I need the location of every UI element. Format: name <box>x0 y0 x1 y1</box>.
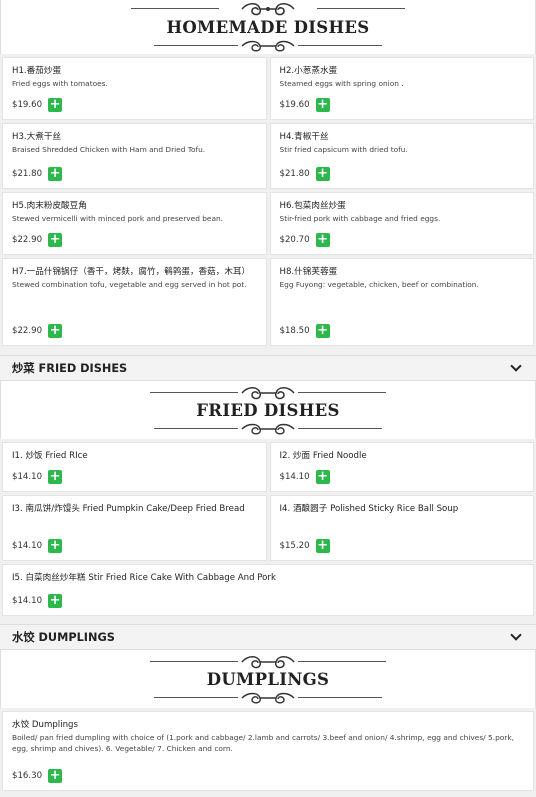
item-description: Stewed vermicelli with minced pork and p… <box>12 214 224 223</box>
menu-item-card[interactable]: H8.什锦芙蓉蛋 Egg Fuyong: vegetable, chicken,… <box>269 258 534 346</box>
item-name: H6.包菜肉丝炒蛋 <box>279 201 346 211</box>
item-price: $14.10 <box>12 472 43 482</box>
item-price: $22.90 <box>12 326 43 336</box>
add-to-cart-button[interactable]: + <box>48 98 63 112</box>
item-price: $15.20 <box>279 541 310 551</box>
add-to-cart-button[interactable]: + <box>315 470 330 484</box>
menu-item-card[interactable]: H4.青椒干丝 Stir fried capsicum with dried t… <box>269 123 534 189</box>
item-description: Steamed eggs with spring onion . <box>279 79 404 88</box>
item-description: Stir fried capsicum with dried tofu. <box>279 145 408 154</box>
item-name: 水饺 Dumplings <box>12 720 78 730</box>
item-name: H1.番茄炒蛋 <box>12 66 62 76</box>
item-name: I2. 炒面 Fried Noodle <box>279 451 367 461</box>
dumplings-banner-title: DUMPLINGS <box>206 669 330 689</box>
add-to-cart-button[interactable]: + <box>48 324 63 338</box>
item-price: $14.10 <box>12 541 43 551</box>
scroll-ornament-icon <box>241 386 295 399</box>
section-header-label: 水饺 DUMPLINGS <box>12 631 115 644</box>
homemade-items-grid: H1.番茄炒蛋 Fried eggs with tomatoes. $19.60… <box>0 54 536 346</box>
item-name: I5. 白菜肉丝炒年糕 Stir Fried Rice Cake With Ca… <box>12 573 276 583</box>
add-to-cart-button[interactable]: + <box>315 324 330 338</box>
item-name: H3.大煮干丝 <box>12 132 62 142</box>
menu-item-card[interactable]: I3. 南瓜饼/炸馒头 Fried Pumpkin Cake/Deep Frie… <box>2 495 267 561</box>
menu-item-card[interactable]: H7.一品什锦锅仔（香干，烤麸，腐竹，鹌鹑蛋，香菇，木耳） Stewed com… <box>2 258 267 346</box>
item-price: $20.70 <box>279 235 310 245</box>
item-name: H2.小葱蒸水蛋 <box>279 66 338 76</box>
item-description: Stewed combination tofu, vegetable and e… <box>12 280 247 289</box>
item-name: H8.什锦芙蓉蛋 <box>279 267 338 277</box>
chevron-down-icon[interactable] <box>510 360 522 372</box>
fried-dishes-banner: FRIED DISHES <box>0 381 536 439</box>
item-description: Fried eggs with tomatoes. <box>12 79 108 88</box>
menu-item-card[interactable]: I5. 白菜肉丝炒年糕 Stir Fried Rice Cake With Ca… <box>2 564 534 616</box>
scroll-ornament-icon <box>241 692 295 703</box>
fried-dishes-banner-title: FRIED DISHES <box>196 400 340 420</box>
item-name: I4. 酒酿圆子 Polished Sticky Rice Ball Soup <box>279 504 459 514</box>
menu-item-card[interactable]: H6.包菜肉丝炒蛋 Stir-fried pork with cabbage a… <box>269 192 534 255</box>
item-price: $19.60 <box>12 100 43 110</box>
item-price: $21.80 <box>12 169 43 179</box>
add-to-cart-button[interactable]: + <box>48 167 63 181</box>
dumplings-banner: DUMPLINGS <box>0 650 536 708</box>
item-price: $19.60 <box>279 100 310 110</box>
scroll-ornament-icon <box>241 655 295 668</box>
item-name: I3. 南瓜饼/炸馒头 Fried Pumpkin Cake/Deep Frie… <box>12 504 245 514</box>
item-name: H4.青椒干丝 <box>279 132 329 142</box>
section-header-label: 炒菜 FRIED DISHES <box>12 362 128 375</box>
add-to-cart-button[interactable]: + <box>315 98 330 112</box>
add-to-cart-button[interactable]: + <box>315 233 330 247</box>
add-to-cart-button[interactable]: + <box>315 167 330 181</box>
menu-item-card[interactable]: 水饺 Dumplings Boiled/ pan fried dumpling … <box>2 711 534 791</box>
item-price: $14.10 <box>12 596 43 606</box>
item-price: $18.50 <box>279 326 310 336</box>
menu-item-card[interactable]: I2. 炒面 Fried Noodle $14.10 + <box>269 442 534 492</box>
item-name: H7.一品什锦锅仔（香干，烤麸，腐竹，鹌鹑蛋，香菇，木耳） <box>12 267 251 277</box>
fried-items-grid: I1. 炒饭 Fried RIce $14.10 + I2. 炒面 Fried N… <box>0 439 536 616</box>
add-to-cart-button[interactable]: + <box>48 539 63 553</box>
menu-item-card[interactable]: I4. 酒酿圆子 Polished Sticky Rice Ball Soup … <box>269 495 534 561</box>
item-price: $14.10 <box>279 472 310 482</box>
menu-item-card[interactable]: H1.番茄炒蛋 Fried eggs with tomatoes. $19.60… <box>2 57 267 120</box>
scroll-ornament-icon <box>241 423 295 434</box>
item-description: Braised Shredded Chicken with Ham and Dr… <box>12 145 206 154</box>
add-to-cart-button[interactable]: + <box>48 233 63 247</box>
homemade-banner: HOMEMADE DISHES <box>0 0 536 54</box>
item-name: I1. 炒饭 Fried RIce <box>12 451 88 461</box>
item-name: H5.肉末粉皮酸豆角 <box>12 201 87 211</box>
scroll-ornament-icon <box>241 2 295 15</box>
scroll-ornament-icon <box>241 40 295 51</box>
add-to-cart-button[interactable]: + <box>48 470 63 484</box>
item-description: Stir-fried pork with cabbage and fried e… <box>279 214 441 223</box>
section-header-dumplings[interactable]: 水饺 DUMPLINGS <box>0 624 536 650</box>
menu-item-card[interactable]: H2.小葱蒸水蛋 Steamed eggs with spring onion … <box>269 57 534 120</box>
dumplings-items-grid: 水饺 Dumplings Boiled/ pan fried dumpling … <box>0 708 536 791</box>
item-price: $16.30 <box>12 771 43 781</box>
menu-item-card[interactable]: H5.肉末粉皮酸豆角 Stewed vermicelli with minced… <box>2 192 267 255</box>
item-description: Boiled/ pan fried dumpling with choice o… <box>12 733 514 753</box>
section-header-fried-dishes[interactable]: 炒菜 FRIED DISHES <box>0 355 536 381</box>
chevron-down-icon[interactable] <box>510 629 522 641</box>
homemade-banner-title: HOMEMADE DISHES <box>166 17 370 37</box>
add-to-cart-button[interactable]: + <box>48 594 63 608</box>
menu-item-card[interactable]: I1. 炒饭 Fried RIce $14.10 + <box>2 442 267 492</box>
add-to-cart-button[interactable]: + <box>315 539 330 553</box>
menu-page: HOMEMADE DISHES H1.番茄炒蛋 Fried eggs with … <box>0 0 536 797</box>
item-price: $22.90 <box>12 235 43 245</box>
item-description: Egg Fuyong: vegetable, chicken, beef or … <box>279 280 479 289</box>
menu-item-card[interactable]: H3.大煮干丝 Braised Shredded Chicken with Ha… <box>2 123 267 189</box>
item-price: $21.80 <box>279 169 310 179</box>
add-to-cart-button[interactable]: + <box>48 769 63 783</box>
